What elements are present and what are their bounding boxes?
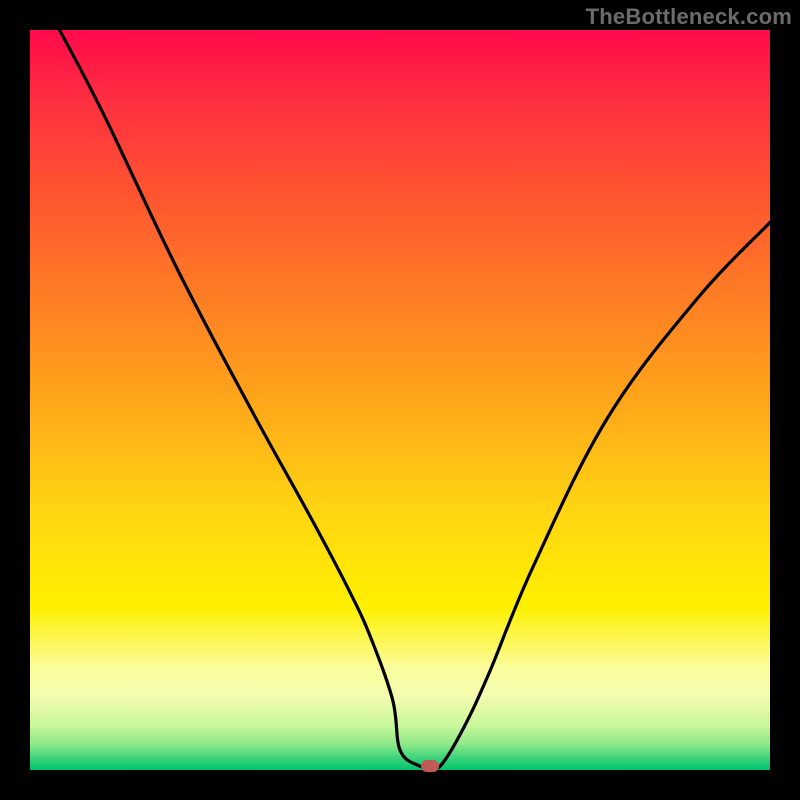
chart-frame: TheBottleneck.com [0, 0, 800, 800]
min-point-marker [421, 760, 439, 772]
line-chart [30, 30, 770, 770]
plot-area [30, 30, 770, 770]
curve-path [60, 30, 770, 769]
watermark-text: TheBottleneck.com [586, 4, 792, 30]
